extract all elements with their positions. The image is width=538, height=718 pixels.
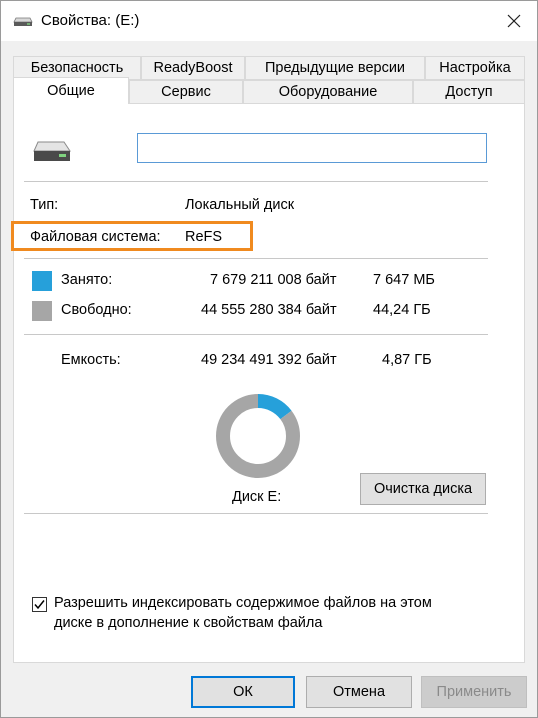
used-color-swatch bbox=[32, 271, 52, 291]
volume-name-input[interactable] bbox=[137, 133, 487, 163]
general-tab-panel: Тип: Локальный диск Файловая система: Re… bbox=[11, 103, 525, 663]
separator bbox=[24, 513, 488, 514]
used-bytes: 7 679 211 008 байт bbox=[210, 272, 337, 288]
filesystem-label: Файловая система: bbox=[30, 229, 161, 245]
tab-general-label: Общие bbox=[47, 83, 95, 99]
type-value: Локальный диск bbox=[185, 197, 295, 213]
free-color-swatch bbox=[32, 301, 52, 321]
used-size: 7 647 МБ bbox=[373, 272, 435, 288]
tab-tools[interactable]: Сервис bbox=[129, 80, 243, 104]
tab-customize-label: Настройка bbox=[439, 60, 511, 76]
capacity-bytes: 49 234 491 392 байт bbox=[201, 352, 337, 368]
properties-window: Свойства: (E:) Безопасность ReadyBoost П… bbox=[0, 0, 538, 718]
used-label: Занято: bbox=[61, 272, 113, 288]
index-checkbox[interactable] bbox=[32, 597, 47, 612]
disk-cleanup-button[interactable]: Очистка диска bbox=[360, 473, 486, 505]
drive-icon bbox=[33, 141, 71, 161]
tab-previous-versions[interactable]: Предыдущие версии bbox=[245, 56, 425, 80]
drive-icon bbox=[13, 17, 33, 26]
tab-sharing[interactable]: Доступ bbox=[413, 80, 525, 104]
cancel-button-label: Отмена bbox=[332, 684, 386, 700]
disk-cleanup-button-label: Очистка диска bbox=[373, 481, 473, 497]
free-label: Свободно: bbox=[61, 302, 132, 318]
tab-readyboost-label: ReadyBoost bbox=[153, 60, 233, 76]
title-bar: Свойства: (E:) bbox=[1, 1, 537, 41]
close-button[interactable] bbox=[491, 1, 537, 41]
disk-usage-chart bbox=[216, 394, 300, 478]
separator bbox=[24, 258, 488, 259]
cancel-button[interactable]: Отмена bbox=[306, 676, 412, 708]
tab-readyboost[interactable]: ReadyBoost bbox=[141, 56, 245, 80]
close-icon bbox=[507, 14, 521, 28]
index-checkbox-label-line1: Разрешить индексировать содержимое файло… bbox=[54, 595, 432, 611]
tab-previous-versions-label: Предыдущие версии bbox=[264, 60, 406, 76]
type-label: Тип: bbox=[30, 197, 59, 213]
ok-button-label: ОК bbox=[233, 684, 253, 700]
free-bytes: 44 555 280 384 байт bbox=[201, 302, 337, 318]
disk-label: Диск E: bbox=[232, 489, 282, 505]
ok-button[interactable]: ОК bbox=[191, 676, 295, 708]
tab-hardware[interactable]: Оборудование bbox=[243, 80, 413, 104]
index-checkbox-label-line2: диске в дополнение к свойствам файла bbox=[54, 615, 323, 631]
tab-customize[interactable]: Настройка bbox=[425, 56, 525, 80]
tab-sharing-label: Доступ bbox=[445, 84, 493, 100]
tab-general[interactable]: Общие bbox=[13, 77, 129, 104]
window-title: Свойства: (E:) bbox=[41, 12, 140, 29]
capacity-label: Емкость: bbox=[61, 352, 121, 368]
apply-button[interactable]: Применить bbox=[421, 676, 527, 708]
capacity-size: 4,87 ГБ bbox=[382, 352, 432, 368]
tab-tools-label: Сервис bbox=[161, 84, 211, 100]
separator bbox=[24, 334, 488, 335]
apply-button-label: Применить bbox=[436, 684, 512, 700]
checkmark-icon bbox=[34, 600, 45, 610]
free-size: 44,24 ГБ bbox=[373, 302, 431, 318]
separator bbox=[24, 181, 488, 182]
tab-hardware-label: Оборудование bbox=[278, 84, 378, 100]
filesystem-value: ReFS bbox=[185, 229, 223, 245]
tab-security-label: Безопасность bbox=[30, 60, 124, 76]
